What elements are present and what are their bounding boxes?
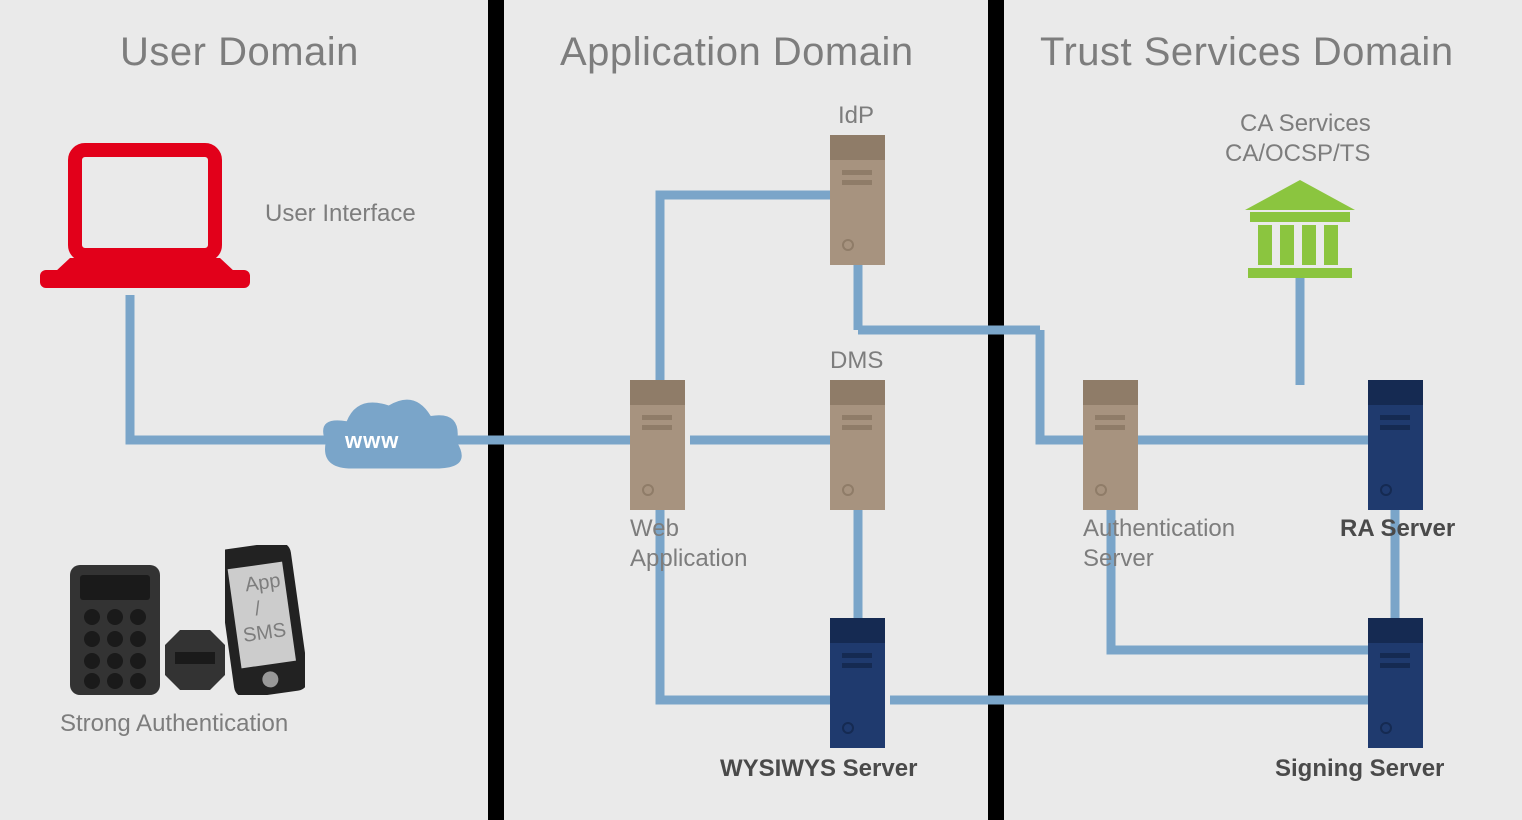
- wysiwys-server-icon: [830, 618, 885, 748]
- label-user-interface: User Interface: [265, 200, 416, 228]
- title-user-domain: User Domain: [120, 30, 359, 75]
- divider-2: [988, 0, 1004, 820]
- label-www: www: [345, 428, 399, 454]
- ca-building-icon: [1240, 180, 1360, 280]
- idp-server-icon: [830, 135, 885, 265]
- label-wysiwys: WYSIWYS Server: [720, 755, 917, 783]
- auth-server-icon: [1083, 380, 1138, 510]
- label-idp: IdP: [838, 102, 874, 130]
- phone-icon: [225, 545, 305, 695]
- pinpad-icon: [70, 565, 160, 695]
- label-phone-app: App: [244, 570, 282, 598]
- label-ca-1: CA Services: [1240, 110, 1371, 138]
- divider-1: [488, 0, 504, 820]
- label-strong-auth: Strong Authentication: [60, 710, 288, 738]
- ra-server-icon: [1368, 380, 1423, 510]
- label-dms: DMS: [830, 347, 883, 375]
- label-webapp-1: Web: [630, 515, 679, 543]
- label-webapp-2: Application: [630, 545, 747, 573]
- label-ca-2: CA/OCSP/TS: [1225, 140, 1370, 168]
- label-ra-server: RA Server: [1340, 515, 1455, 543]
- label-auth-1: Authentication: [1083, 515, 1235, 543]
- title-trust-domain: Trust Services Domain: [1040, 30, 1454, 75]
- laptop-icon: [35, 140, 255, 310]
- token-icon: [165, 630, 225, 690]
- title-app-domain: Application Domain: [560, 30, 914, 75]
- label-auth-2: Server: [1083, 545, 1154, 573]
- webapp-server-icon: [630, 380, 685, 510]
- diagram-canvas: User Domain Application Domain Trust Ser…: [0, 0, 1522, 820]
- signing-server-icon: [1368, 618, 1423, 748]
- dms-server-icon: [830, 380, 885, 510]
- label-signing-server: Signing Server: [1275, 755, 1444, 783]
